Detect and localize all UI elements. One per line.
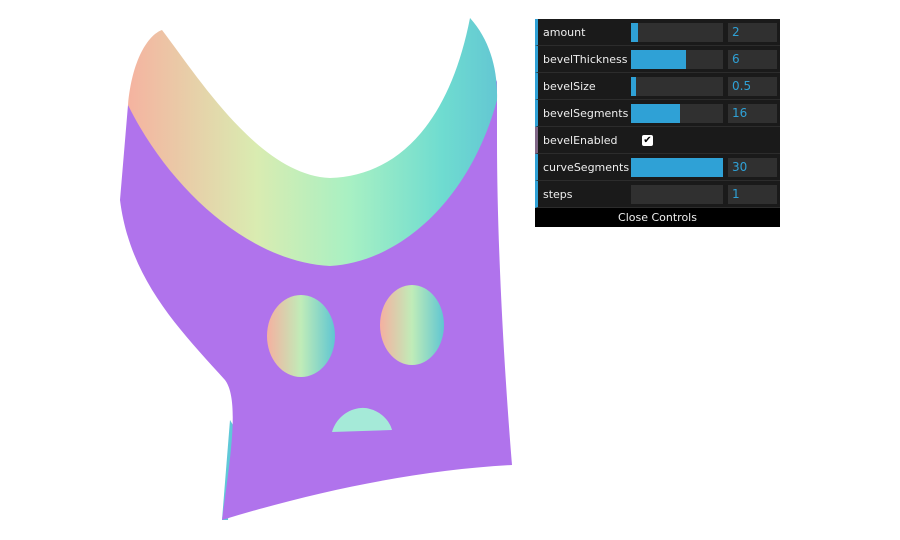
- close-controls-button[interactable]: Close Controls: [535, 208, 780, 227]
- slider-fill: [631, 104, 680, 123]
- slider-fill: [631, 77, 636, 96]
- right-eye: [380, 285, 444, 365]
- amount-slider[interactable]: [631, 23, 723, 42]
- controls-panel: amount bevelThickness bevelSize bevelSeg…: [535, 19, 780, 227]
- left-eye: [267, 295, 335, 377]
- curve-segments-input[interactable]: [728, 158, 777, 177]
- bevel-size-slider[interactable]: [631, 77, 723, 96]
- control-label: bevelSegments: [543, 107, 629, 120]
- amount-input[interactable]: [728, 23, 777, 42]
- control-row-amount: amount: [535, 19, 780, 46]
- slider-fill: [631, 158, 723, 177]
- control-label: curveSegments: [543, 161, 630, 174]
- bevel-size-input[interactable]: [728, 77, 777, 96]
- slider-fill: [631, 50, 687, 69]
- slider-fill: [631, 23, 639, 42]
- control-row-steps: steps: [535, 181, 780, 208]
- control-label: bevelEnabled: [543, 134, 618, 147]
- control-row-curve-segments: curveSegments: [535, 154, 780, 181]
- bevel-thickness-input[interactable]: [728, 50, 777, 69]
- curve-segments-slider[interactable]: [631, 158, 723, 177]
- control-row-bevel-segments: bevelSegments: [535, 100, 780, 127]
- steps-slider[interactable]: [631, 185, 723, 204]
- steps-input[interactable]: [728, 185, 777, 204]
- bevel-segments-slider[interactable]: [631, 104, 723, 123]
- control-row-bevel-enabled: bevelEnabled ✔: [535, 127, 780, 154]
- control-label: bevelThickness: [543, 53, 628, 66]
- control-label: steps: [543, 188, 573, 201]
- bevel-enabled-checkbox[interactable]: ✔: [642, 135, 653, 146]
- control-row-bevel-thickness: bevelThickness: [535, 46, 780, 73]
- control-label: bevelSize: [543, 80, 596, 93]
- control-label: amount: [543, 26, 586, 39]
- control-row-bevel-size: bevelSize: [535, 73, 780, 100]
- bevel-thickness-slider[interactable]: [631, 50, 723, 69]
- bevel-segments-input[interactable]: [728, 104, 777, 123]
